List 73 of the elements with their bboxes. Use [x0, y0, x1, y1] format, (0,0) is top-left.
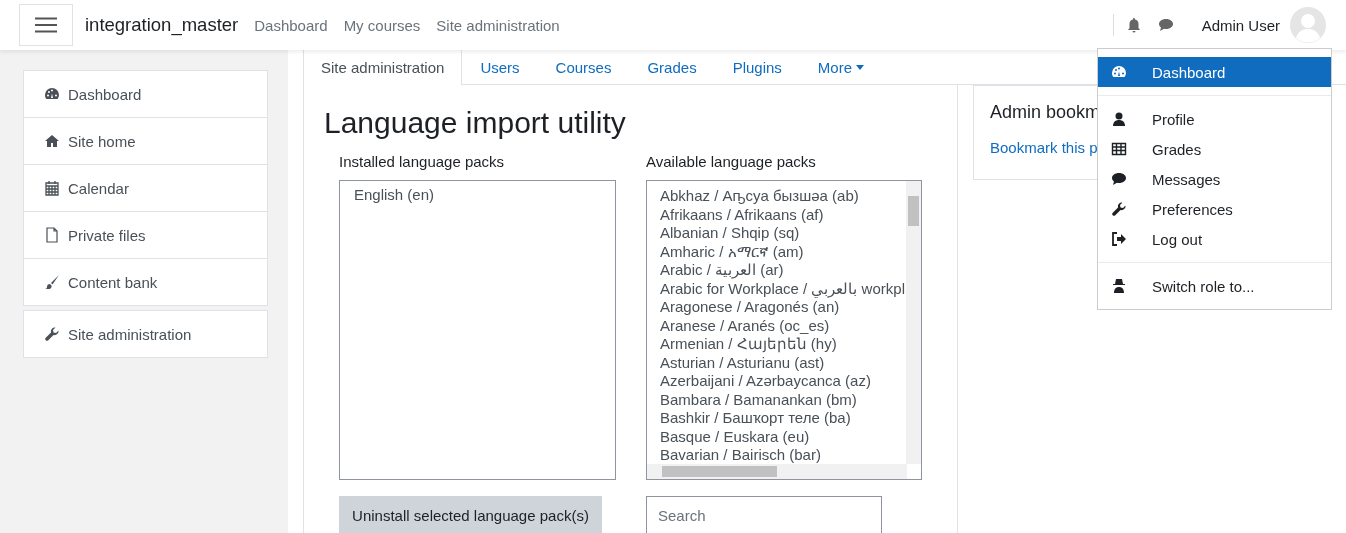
list-option[interactable]: Bambara / Bamanankan (bm): [660, 390, 857, 409]
search-field[interactable]: Search: [646, 496, 882, 533]
messages-icon[interactable]: [1157, 17, 1174, 33]
list-option[interactable]: Aragonese / Aragonés (an): [660, 298, 840, 317]
sidebar-item[interactable]: Private files: [24, 211, 267, 258]
list-option[interactable]: Albanian / Shqip (sq): [660, 224, 800, 243]
menu-item[interactable]: Profile: [1098, 104, 1331, 134]
horizontal-scrollbar[interactable]: [647, 464, 907, 479]
person-icon: [1111, 111, 1127, 127]
file-icon: [44, 227, 60, 243]
menu-icon: [35, 17, 57, 33]
vertical-scrollbar[interactable]: [906, 181, 921, 464]
tab[interactable]: Grades: [629, 48, 715, 86]
list-option[interactable]: English (en): [354, 186, 435, 206]
sidebar-item-label: Dashboard: [68, 85, 142, 103]
sidebar-item-label: Site administration: [68, 325, 192, 343]
list-option[interactable]: Armenian / Հայերեն (hy): [660, 335, 837, 354]
nav-link[interactable]: Dashboard: [254, 16, 328, 34]
menu-item[interactable]: Messages: [1098, 164, 1331, 194]
list-option[interactable]: Abkhaz / Аҧсуа бызшәа (ab): [660, 187, 859, 206]
tab[interactable]: Site administration: [303, 48, 463, 86]
speech-bubble-icon: [1111, 171, 1127, 187]
sidebar-item[interactable]: Site administration: [24, 311, 267, 357]
house-icon: [44, 133, 60, 149]
gauge-icon: [44, 86, 60, 102]
caret-icon: [856, 65, 865, 70]
tab[interactable]: Users: [462, 48, 538, 86]
table-icon: [1111, 141, 1127, 157]
sidebar-item-label: Content bank: [68, 273, 158, 291]
list-option[interactable]: Bavarian / Bairisch (bar): [660, 446, 821, 465]
list-option[interactable]: Amharic / አማርኛ (am): [660, 242, 804, 261]
user-name[interactable]: Admin User: [1201, 16, 1280, 34]
sidebar-item-label: Private files: [68, 226, 146, 244]
uninstall-button[interactable]: Uninstall selected language pack(s): [339, 496, 602, 533]
list-option[interactable]: Aranese / Aranés (oc_es): [660, 316, 830, 335]
incognito-icon: [1111, 278, 1127, 294]
sidebar-item-label: Site home: [68, 132, 136, 150]
menu-item[interactable]: Grades: [1098, 134, 1331, 164]
sign-out-icon: [1111, 231, 1127, 247]
menu-item[interactable]: Log out: [1098, 224, 1331, 254]
bookmark-link[interactable]: Bookmark this p: [990, 139, 1098, 156]
tab[interactable]: Plugins: [714, 48, 800, 86]
sidebar-item[interactable]: Dashboard: [24, 71, 267, 117]
list-option[interactable]: Azerbaijani / Azərbaycanca (az): [660, 372, 871, 391]
language-listbox[interactable]: English (en): [339, 180, 616, 480]
menu-item[interactable]: Dashboard: [1098, 57, 1331, 87]
notifications-icon[interactable]: [1125, 17, 1142, 33]
nav-link[interactable]: My courses: [343, 16, 421, 34]
calendar-icon: [44, 180, 60, 196]
list-option[interactable]: Arabic / العربية (ar): [660, 261, 784, 280]
nav-link[interactable]: Site administration: [436, 16, 560, 34]
wrench-icon: [1111, 201, 1127, 217]
menu-item[interactable]: Switch role to...: [1098, 271, 1331, 301]
tab[interactable]: Courses: [537, 48, 630, 86]
list-option[interactable]: Afrikaans / Afrikaans (af): [660, 205, 824, 224]
list-option[interactable]: Arabic for Workplace / بالعربي workpl: [660, 279, 905, 298]
tab[interactable]: More: [799, 48, 883, 86]
gauge-icon: [1111, 64, 1127, 80]
wrench-icon: [44, 326, 60, 342]
menu-button[interactable]: [19, 4, 73, 46]
sidebar-item[interactable]: Site home: [24, 117, 267, 164]
page-title: Language import utility: [324, 105, 627, 141]
list-option[interactable]: Bashkir / Башҡорт теле (ba): [660, 409, 851, 428]
field-label: Available language packs: [646, 153, 817, 170]
field-label: Installed language packs: [339, 153, 506, 170]
sidebar-item-label: Calendar: [68, 179, 129, 197]
sidebar-item[interactable]: Content bank: [24, 258, 267, 305]
sidebar-item[interactable]: Calendar: [24, 164, 267, 211]
list-option[interactable]: Basque / Euskara (eu): [660, 427, 810, 446]
language-listbox[interactable]: [646, 180, 922, 480]
list-option[interactable]: Asturian / Asturianu (ast): [660, 353, 825, 372]
menu-item[interactable]: Preferences: [1098, 194, 1331, 224]
site-name[interactable]: integration_master: [85, 14, 239, 36]
